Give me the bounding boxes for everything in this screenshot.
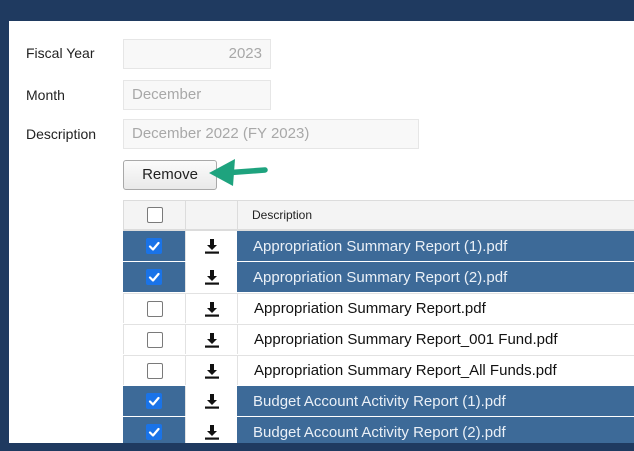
file-name[interactable]: Appropriation Summary Report (2).pdf (237, 262, 634, 292)
download-icon (204, 425, 219, 440)
download-icon (204, 363, 219, 379)
table-row[interactable]: Appropriation Summary Report (1).pdf (123, 231, 634, 262)
row-check-cell (123, 262, 185, 292)
file-name[interactable]: Appropriation Summary Report_001 Fund.pd… (237, 324, 634, 354)
select-all-checkbox[interactable] (146, 207, 163, 223)
table-row[interactable]: Appropriation Summary Report_All Funds.p… (123, 355, 634, 386)
row-check-cell (123, 231, 185, 261)
file-name[interactable]: Budget Account Activity Report (1).pdf (237, 386, 634, 416)
download-button[interactable] (185, 293, 237, 323)
month-field[interactable]: December (123, 80, 271, 110)
download-column-header (185, 200, 237, 230)
checkmark-icon (148, 272, 160, 282)
green-arrow-icon (209, 159, 268, 186)
row-checkbox[interactable] (146, 238, 162, 254)
download-button[interactable] (185, 417, 237, 443)
download-button[interactable] (185, 324, 237, 354)
table-row[interactable]: Budget Account Activity Report (2).pdf (123, 417, 634, 443)
month-label: Month (26, 87, 65, 103)
file-name[interactable]: Appropriation Summary Report_All Funds.p… (237, 355, 634, 385)
remove-button[interactable]: Remove (123, 160, 217, 190)
file-name[interactable]: Appropriation Summary Report (1).pdf (237, 231, 634, 261)
description-column-header[interactable]: Description (237, 200, 634, 230)
download-button[interactable] (185, 262, 237, 292)
row-check-cell (123, 417, 185, 443)
file-name[interactable]: Appropriation Summary Report.pdf (237, 293, 634, 323)
row-check-cell (123, 355, 185, 385)
report-panel: Fiscal Year 2023 Month December Descript… (9, 21, 634, 443)
grid-rows: Appropriation Summary Report (1).pdf Appr… (123, 231, 634, 443)
download-icon (204, 239, 219, 254)
row-checkbox[interactable] (146, 424, 162, 440)
download-button[interactable] (185, 355, 237, 385)
checkmark-icon (148, 396, 160, 406)
description-label: Description (26, 126, 97, 142)
checkmark-icon (148, 427, 160, 437)
table-row[interactable]: Budget Account Activity Report (1).pdf (123, 386, 634, 417)
file-grid: Description Appropriation Summary Report… (123, 200, 634, 443)
download-icon (204, 270, 219, 285)
download-icon (204, 394, 219, 409)
row-checkbox[interactable] (146, 300, 163, 317)
row-check-cell (123, 324, 185, 354)
table-row[interactable]: Appropriation Summary Report (2).pdf (123, 262, 634, 293)
row-checkbox[interactable] (146, 331, 163, 348)
checkmark-icon (148, 241, 160, 251)
table-row[interactable]: Appropriation Summary Report.pdf (123, 293, 634, 324)
download-icon (204, 301, 219, 317)
row-check-cell (123, 386, 185, 416)
select-all-cell (123, 200, 185, 230)
table-row[interactable]: Appropriation Summary Report_001 Fund.pd… (123, 324, 634, 355)
download-icon (204, 332, 219, 348)
grid-header: Description (123, 200, 634, 231)
file-name[interactable]: Budget Account Activity Report (2).pdf (237, 417, 634, 443)
row-checkbox[interactable] (146, 362, 163, 379)
description-field[interactable]: December 2022 (FY 2023) (123, 119, 419, 149)
row-check-cell (123, 293, 185, 323)
fiscal-year-label: Fiscal Year (26, 45, 95, 61)
row-checkbox[interactable] (146, 269, 162, 285)
download-button[interactable] (185, 386, 237, 416)
row-checkbox[interactable] (146, 393, 162, 409)
fiscal-year-field[interactable]: 2023 (123, 39, 271, 69)
download-button[interactable] (185, 231, 237, 261)
